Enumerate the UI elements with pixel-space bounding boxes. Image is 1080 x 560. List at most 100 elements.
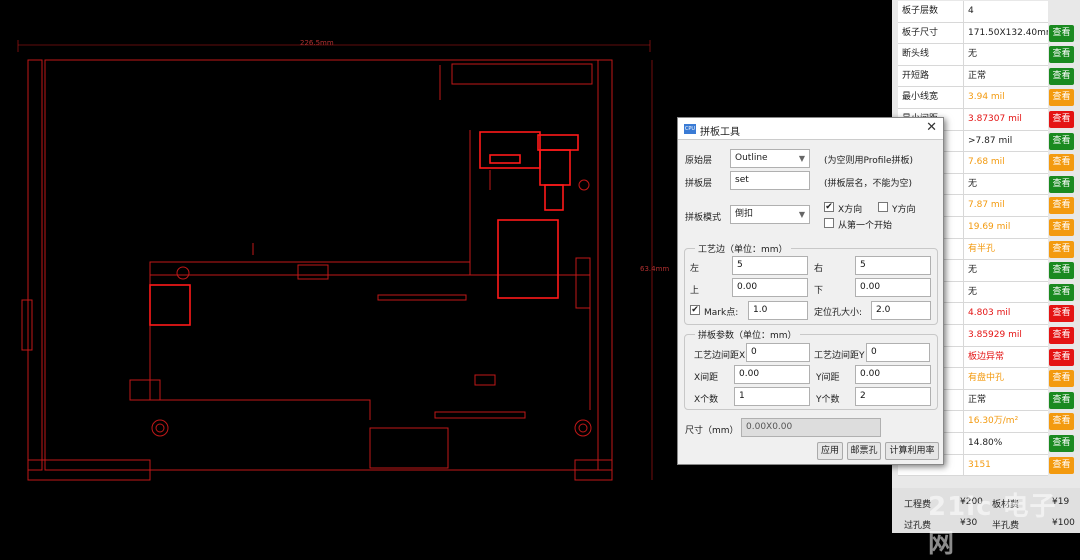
drc-row-value: 正常 <box>964 65 1048 88</box>
view-button[interactable]: 查看 <box>1049 283 1074 301</box>
dialog-titlebar[interactable]: CPU 拼板工具 ✕ <box>678 118 943 140</box>
x-count-label: X个数 <box>694 395 719 405</box>
view-button[interactable]: 查看 <box>1049 240 1074 258</box>
panel-param-group-title: 拼板参数（单位：mm） <box>695 328 800 341</box>
y-direction-checkbox[interactable] <box>878 202 888 212</box>
drc-row-value: 3151 <box>964 454 1048 477</box>
bottom-label: 下 <box>814 286 824 296</box>
drc-row-value: 7.68 mil <box>964 152 1048 174</box>
view-button[interactable]: 查看 <box>1049 219 1074 236</box>
dialog-title: 拼板工具 <box>700 127 740 138</box>
drc-row-value: 有半孔 <box>964 238 1048 261</box>
view-button[interactable]: 查看 <box>1049 46 1074 64</box>
top-label: 上 <box>690 286 700 296</box>
drc-row-value: >7.87 mil <box>964 130 1048 153</box>
x-direction-label: X方向 <box>838 205 863 215</box>
view-button[interactable]: 查看 <box>1049 370 1074 388</box>
drc-row-value: 无 <box>964 260 1048 282</box>
view-button[interactable]: 查看 <box>1049 67 1074 85</box>
view-button[interactable]: 查看 <box>1049 132 1074 150</box>
calc-utilization-button[interactable]: 计算利用率 <box>885 442 939 460</box>
via-fee-label: 过孔费 <box>904 521 932 531</box>
view-button[interactable]: 查看 <box>1049 305 1074 323</box>
panel-layer-input[interactable]: set <box>730 171 810 190</box>
drc-row-value: 14.80% <box>964 433 1048 455</box>
y-count-input[interactable]: 2 <box>855 387 931 406</box>
x-count-input[interactable]: 1 <box>734 387 810 406</box>
mark-checkbox[interactable]: ✔ <box>690 305 700 315</box>
drc-row-label: 最小线宽 <box>898 87 964 109</box>
stamp-hole-button[interactable]: 邮票孔 <box>847 442 881 460</box>
orig-layer-value: Outline <box>735 153 768 163</box>
mode-value: 倒扣 <box>735 209 754 219</box>
panel-layer-label: 拼板层 <box>685 179 713 189</box>
mode-label: 拼板模式 <box>685 213 722 223</box>
y-spacing-input[interactable]: 0.00 <box>855 365 931 384</box>
left-input[interactable]: 5 <box>732 256 808 275</box>
panelize-dialog: CPU 拼板工具 ✕ 原始层 Outline ▼ (为空则用Profile拼板) … <box>677 117 944 465</box>
hole-size-label: 定位孔大小: <box>814 308 863 318</box>
bottom-input[interactable]: 0.00 <box>855 278 931 297</box>
view-button[interactable]: 查看 <box>1049 348 1074 366</box>
from-first-label: 从第一个开始 <box>838 221 893 231</box>
y-spacing-label: Y间距 <box>816 373 840 383</box>
hole-size-input[interactable]: 2.0 <box>871 301 931 320</box>
drc-row-value: 4.803 mil <box>964 303 1048 325</box>
apply-button[interactable]: 应用 <box>817 442 843 460</box>
view-button[interactable]: 查看 <box>1049 175 1074 193</box>
drc-row-value: 3.87307 mil <box>964 109 1048 131</box>
drc-row: 开短路 正常 查看 <box>892 65 1080 88</box>
edge-gap-y-label: 工艺边间距Y <box>814 351 865 361</box>
drc-row-value: 无 <box>964 173 1048 196</box>
edge-gap-y-input[interactable]: 0 <box>866 343 930 362</box>
view-button[interactable]: 查看 <box>1049 154 1074 172</box>
chevron-down-icon: ▼ <box>798 154 805 163</box>
view-button[interactable]: 查看 <box>1049 435 1074 452</box>
x-spacing-input[interactable]: 0.00 <box>734 365 810 384</box>
drc-row: 板子层数 4 <box>892 1 1080 23</box>
app-icon: CPU <box>684 124 696 134</box>
drc-row-value: 无 <box>964 44 1048 66</box>
engineering-fee-label: 工程费 <box>904 500 932 510</box>
from-first-checkbox[interactable] <box>824 218 834 228</box>
orig-layer-hint: (为空则用Profile拼板) <box>824 156 914 166</box>
drc-row: 最小线宽 3.94 mil 查看 <box>892 87 1080 109</box>
view-button[interactable]: 查看 <box>1049 197 1074 215</box>
size-label: 尺寸（mm） <box>685 426 739 436</box>
right-input[interactable]: 5 <box>855 256 931 275</box>
orig-layer-label: 原始层 <box>685 156 713 166</box>
drc-row-value: 171.50X132.40mm <box>964 22 1048 45</box>
drc-row-value: 正常 <box>964 389 1048 412</box>
dimension-right-label: 63.4mm <box>640 265 670 273</box>
process-edge-group-title: 工艺边（单位：mm） <box>695 242 791 255</box>
right-label: 右 <box>814 264 824 274</box>
view-button[interactable]: 查看 <box>1049 262 1074 280</box>
drc-row-value: 3.85929 mil <box>964 325 1048 347</box>
mode-select[interactable]: 倒扣 ▼ <box>730 205 810 224</box>
view-button[interactable]: 查看 <box>1049 327 1074 344</box>
drc-row-value: 19.69 mil <box>964 217 1048 239</box>
drc-row: 断头线无查看 <box>892 44 1080 66</box>
drc-row-label: 板子层数 <box>898 1 964 23</box>
top-input[interactable]: 0.00 <box>732 278 808 297</box>
drc-row-label: 板子尺寸 <box>898 22 964 45</box>
dimension-top-label: 226.5mm <box>300 39 334 47</box>
x-direction-checkbox[interactable]: ✔ <box>824 202 834 212</box>
view-button[interactable]: 查看 <box>1049 413 1074 431</box>
panel-layer-hint: (拼板层名，不能为空) <box>824 179 913 189</box>
edge-gap-x-input[interactable]: 0 <box>746 343 810 362</box>
chevron-down-icon: ▼ <box>798 210 805 219</box>
x-spacing-label: X间距 <box>694 373 719 383</box>
view-button[interactable]: 查看 <box>1049 89 1074 107</box>
drc-row-label: 开短路 <box>898 65 964 88</box>
mark-input[interactable]: 1.0 <box>748 301 808 320</box>
view-button[interactable]: 查看 <box>1049 24 1074 42</box>
drc-row-value: 3.94 mil <box>964 87 1048 109</box>
view-button[interactable]: 查看 <box>1049 391 1074 409</box>
orig-layer-select[interactable]: Outline ▼ <box>730 149 810 168</box>
close-icon[interactable]: ✕ <box>926 120 937 135</box>
drc-row-value: 16.30万/m² <box>964 411 1048 433</box>
view-button[interactable]: 查看 <box>1049 111 1074 128</box>
size-display: 0.00X0.00 <box>741 418 881 437</box>
view-button[interactable]: 查看 <box>1049 456 1074 474</box>
